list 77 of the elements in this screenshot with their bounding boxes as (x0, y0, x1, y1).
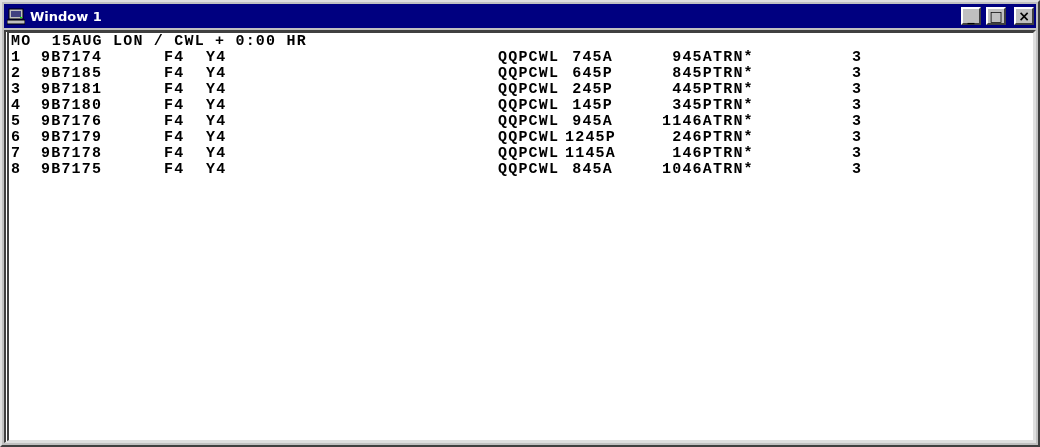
terminal-text: TRN* (713, 146, 755, 162)
terminal-text: 146P (671, 146, 713, 162)
terminal-text: 345P (671, 98, 713, 114)
terminal-text: TRN* (713, 98, 755, 114)
terminal-text: F4 (164, 50, 186, 66)
terminal-text: TRN* (713, 66, 755, 82)
terminal-text: F4 (164, 130, 186, 146)
terminal-text: 1245P (565, 130, 613, 146)
terminal-text: TRN* (713, 82, 755, 98)
terminal-text: 8 (11, 162, 23, 178)
terminal-text: 445P (671, 82, 713, 98)
computer-icon (7, 7, 25, 25)
terminal-text: QQPCWL (498, 130, 561, 146)
terminal-text: F4 (164, 114, 186, 130)
terminal-text: 9B7180 (41, 98, 104, 114)
terminal-text: 9B7181 (41, 82, 104, 98)
terminal-text: 246P (671, 130, 713, 146)
terminal-text: 845A (571, 162, 613, 178)
close-button[interactable]: × (1014, 7, 1034, 25)
terminal-text: 3 (852, 146, 864, 162)
terminal-text: F4 (164, 98, 186, 114)
terminal-text: 4 (11, 98, 23, 114)
terminal-text: 9B7179 (41, 130, 104, 146)
terminal-text: 245P (571, 82, 613, 98)
terminal-text: 3 (852, 98, 864, 114)
terminal-text: QQPCWL (498, 146, 561, 162)
terminal-text: 145P (571, 98, 613, 114)
terminal-text: 9B7174 (41, 50, 104, 66)
terminal-text: 745A (571, 50, 613, 66)
terminal-text: 1 (11, 50, 23, 66)
terminal-text: Y4 (206, 66, 228, 82)
terminal-text: 1145A (565, 146, 613, 162)
terminal-text: F4 (164, 162, 186, 178)
terminal-text: QQPCWL (498, 114, 561, 130)
terminal-text: 3 (852, 114, 864, 130)
terminal-text: F4 (164, 66, 186, 82)
terminal-text: F4 (164, 146, 186, 162)
terminal-text: TRN* (713, 50, 755, 66)
terminal-text: 7 (11, 146, 23, 162)
terminal-text: 3 (852, 66, 864, 82)
terminal-text: 9B7178 (41, 146, 104, 162)
maximize-button[interactable]: □ (986, 7, 1006, 25)
terminal-text: 3 (852, 82, 864, 98)
terminal-text: 3 (852, 162, 864, 178)
terminal-text: Y4 (206, 82, 228, 98)
terminal-text: TRN* (713, 162, 755, 178)
terminal-text: 3 (852, 130, 864, 146)
terminal-text: 945A (571, 114, 613, 130)
terminal-text: 3 (852, 50, 864, 66)
terminal-text: 9B7185 (41, 66, 104, 82)
terminal-text: QQPCWL (498, 162, 561, 178)
terminal-text: 945A (671, 50, 713, 66)
terminal-text: Y4 (206, 162, 228, 178)
terminal-text: 2 (11, 66, 23, 82)
terminal-text: QQPCWL (498, 98, 561, 114)
terminal-text: 5 (11, 114, 23, 130)
terminal-text: Y4 (206, 114, 228, 130)
terminal-text: Y4 (206, 146, 228, 162)
header-line: MO 15AUG LON / CWL + 0:00 HR (11, 34, 308, 50)
terminal-text: 9B7176 (41, 114, 104, 130)
terminal-text: TRN* (713, 130, 755, 146)
terminal-text: 9B7175 (41, 162, 104, 178)
terminal-text: 1046A (661, 162, 713, 178)
terminal-text: 645P (571, 66, 613, 82)
window-title: Window 1 (30, 8, 103, 24)
terminal-text: Y4 (206, 50, 228, 66)
terminal-text: QQPCWL (498, 50, 561, 66)
terminal-text: 1146A (661, 114, 713, 130)
terminal-text: 6 (11, 130, 23, 146)
terminal-text: QQPCWL (498, 82, 561, 98)
terminal-text: TRN* (713, 114, 755, 130)
terminal-text: Y4 (206, 130, 228, 146)
terminal-text: 3 (11, 82, 23, 98)
terminal-text: F4 (164, 82, 186, 98)
terminal-text: Y4 (206, 98, 228, 114)
terminal-text: 845P (671, 66, 713, 82)
terminal-text: QQPCWL (498, 66, 561, 82)
